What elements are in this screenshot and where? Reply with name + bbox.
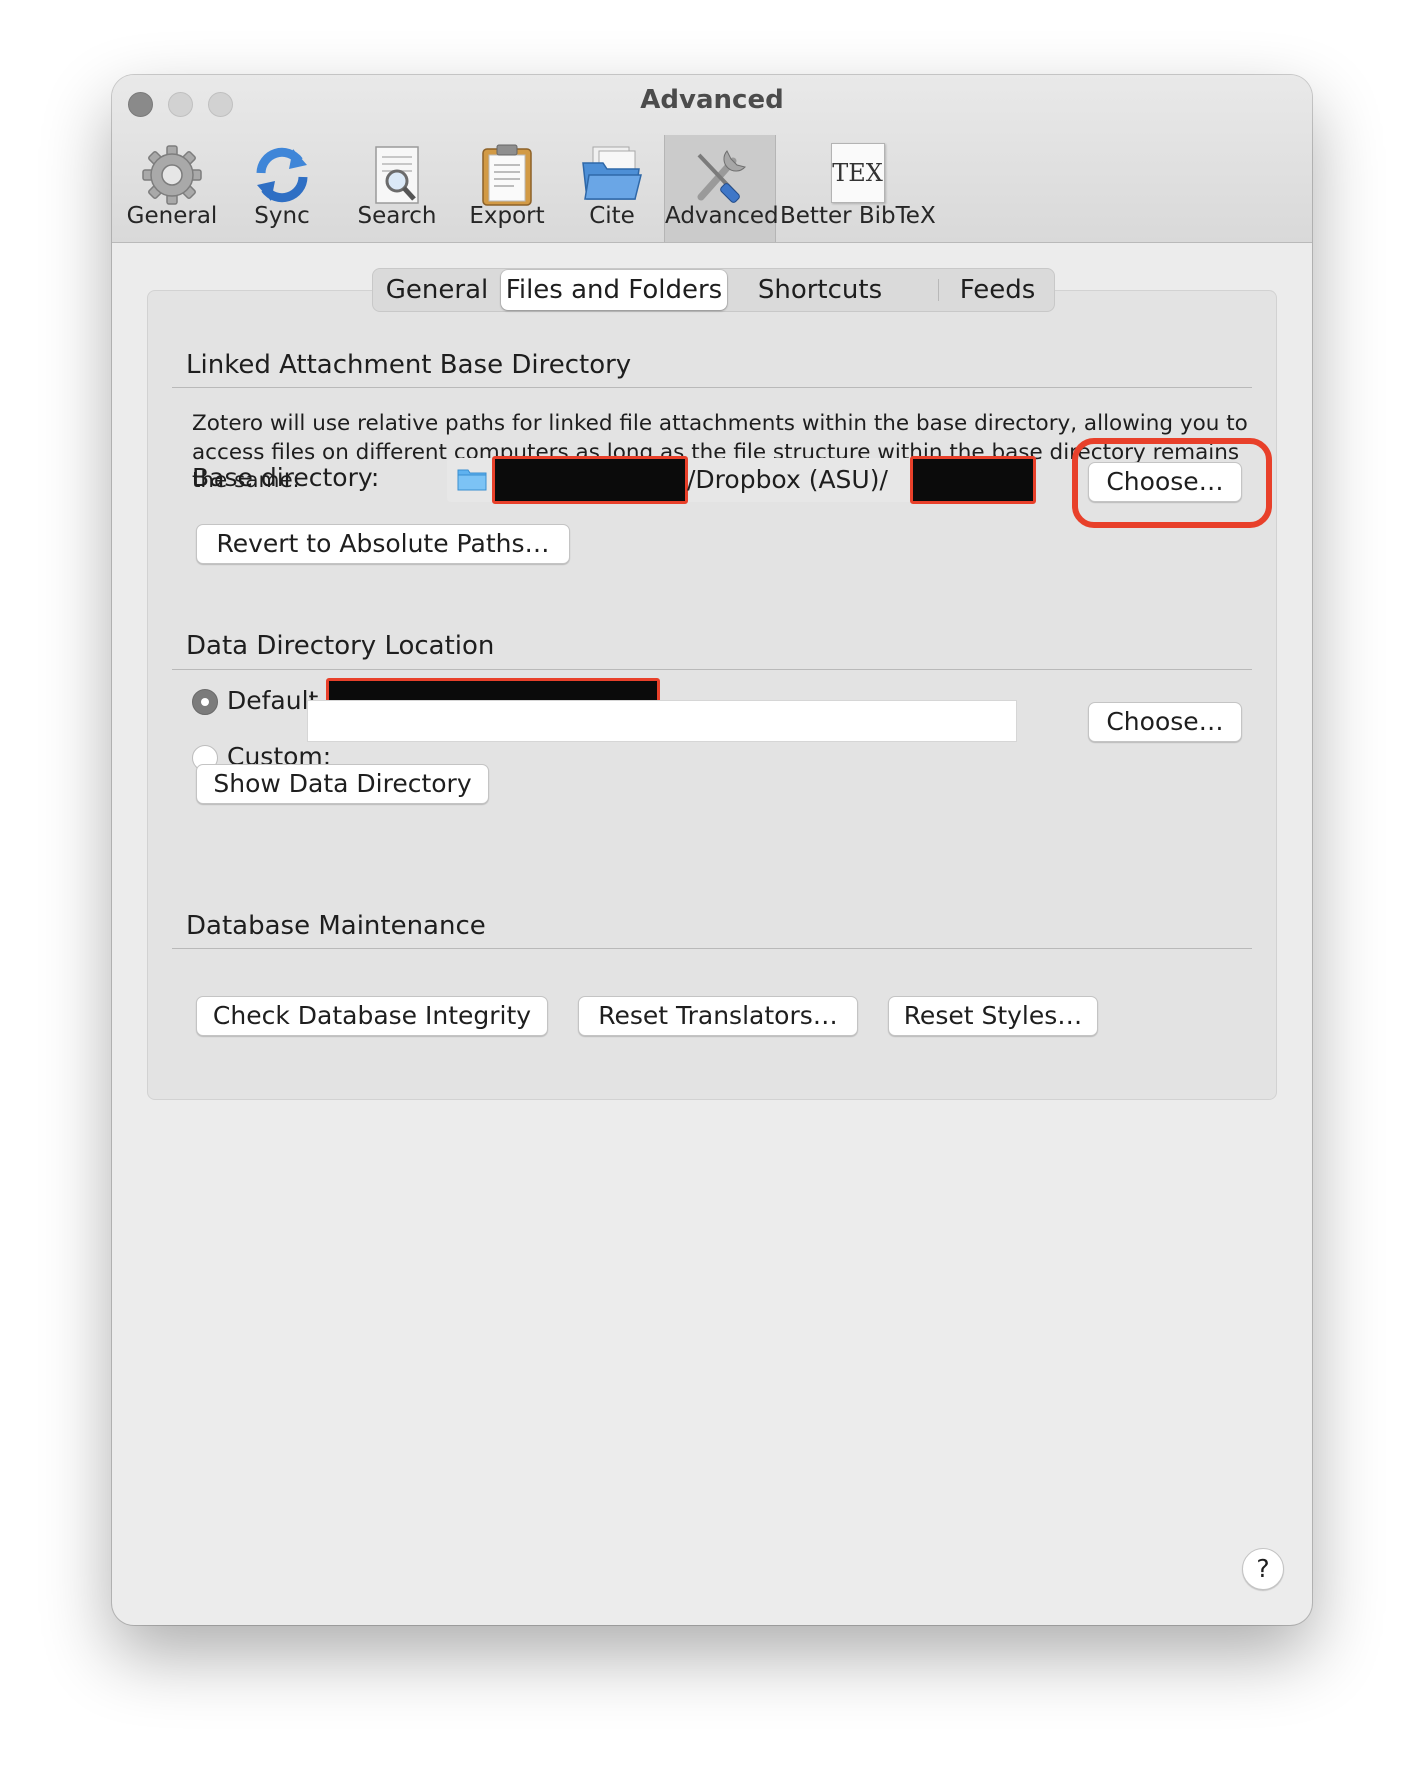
toolbar-label-cite: Cite [589, 203, 635, 229]
toolbar-item-general[interactable]: General [122, 135, 222, 242]
base-directory-label: Base directory: [192, 463, 380, 492]
tab-bar: General Files and Folders Shortcuts Feed… [372, 268, 1055, 312]
choose-data-directory-button[interactable]: Choose… [1088, 702, 1242, 742]
reset-translators-button[interactable]: Reset Translators… [578, 996, 858, 1036]
check-database-integrity-button[interactable]: Check Database Integrity [196, 996, 548, 1036]
clipboard-icon [482, 144, 532, 206]
toolbar-item-better-bibtex[interactable]: TEX Better BibTeX [780, 135, 936, 242]
tools-icon [697, 150, 746, 203]
data-directory-title: Data Directory Location [186, 631, 495, 661]
toolbar-label-sync: Sync [254, 203, 310, 229]
toolbar: Advanced General Sync Search Export Cite… [112, 75, 1312, 243]
toolbar-item-sync[interactable]: Sync [237, 135, 327, 242]
choose-base-directory-button[interactable]: Choose… [1088, 462, 1242, 502]
folder-icon [582, 146, 642, 200]
toolbar-item-advanced[interactable]: Advanced [664, 135, 779, 242]
toolbar-item-export[interactable]: Export [457, 135, 557, 242]
base-directory-path-text: /Dropbox (ASU)/ [687, 465, 888, 494]
section-divider [172, 669, 1252, 670]
toolbar-item-search[interactable]: Search [342, 135, 452, 242]
section-divider [172, 387, 1252, 388]
toolbar-label-search: Search [357, 203, 437, 229]
toolbar-label-advanced: Advanced [665, 203, 779, 229]
tex-icon-text: TEX [832, 159, 883, 187]
tab-shortcuts[interactable]: Shortcuts [729, 269, 911, 311]
toolbar-label-general: General [126, 203, 218, 229]
custom-directory-input[interactable] [307, 700, 1017, 742]
tex-icon: TEX [830, 143, 885, 203]
default-radio[interactable] [192, 689, 218, 715]
redacted-path-segment [492, 456, 688, 504]
tab-general[interactable]: General [373, 269, 501, 311]
sync-icon [256, 147, 308, 203]
toolbar-item-cite[interactable]: Cite [562, 135, 662, 242]
preferences-window: Advanced General Sync Search Export Cite… [112, 75, 1312, 1625]
section-divider [172, 948, 1252, 949]
help-button[interactable]: ? [1242, 1548, 1284, 1590]
search-icon [375, 146, 419, 204]
window-title: Advanced [640, 85, 784, 115]
tab-files-and-folders[interactable]: Files and Folders [501, 270, 727, 310]
tab-feeds[interactable]: Feeds [939, 269, 1056, 311]
toolbar-label-export: Export [469, 203, 545, 229]
default-radio-label: Default [227, 686, 319, 715]
redacted-path-segment [910, 456, 1036, 504]
toolbar-label-better-bibtex: Better BibTeX [780, 203, 936, 229]
show-data-directory-button[interactable]: Show Data Directory [196, 764, 489, 804]
revert-absolute-paths-button[interactable]: Revert to Absolute Paths… [196, 524, 570, 564]
base-directory-path: /Dropbox (ASU)/ [447, 456, 1036, 504]
folder-icon [457, 469, 487, 491]
database-maintenance-title: Database Maintenance [186, 911, 486, 941]
reset-styles-button[interactable]: Reset Styles… [888, 996, 1098, 1036]
gear-icon [142, 145, 202, 205]
linked-attachment-title: Linked Attachment Base Directory [186, 350, 632, 380]
